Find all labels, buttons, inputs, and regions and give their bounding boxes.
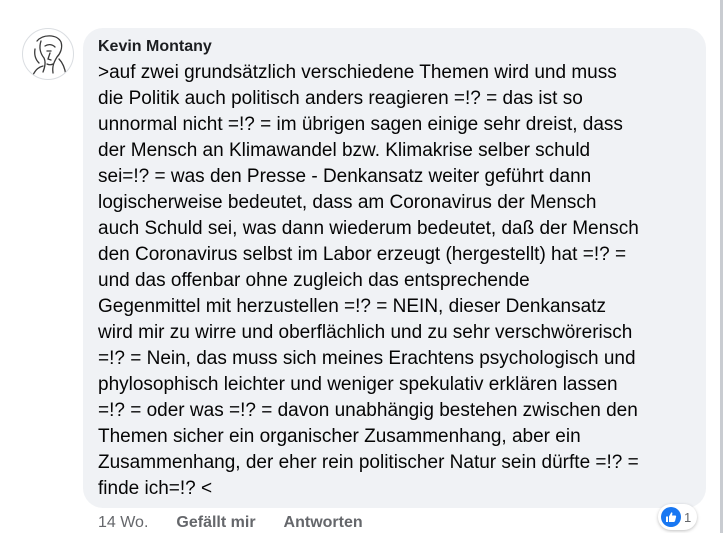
comment-bubble: Kevin Montany >auf zwei grundsätzlich ve…: [83, 28, 706, 508]
comment-timestamp[interactable]: 14 Wo.: [98, 513, 148, 533]
comment-text: >auf zwei grundsätzlich verschiedene The…: [98, 62, 639, 499]
reply-button[interactable]: Antworten: [284, 513, 363, 533]
reaction-count: 1: [684, 509, 692, 525]
sketch-portrait-icon: [32, 35, 67, 76]
reaction-summary[interactable]: 1: [658, 504, 698, 530]
like-button[interactable]: Gefällt mir: [176, 513, 255, 533]
like-thumb-icon: [661, 507, 681, 527]
comment-thread: Kevin Montany >auf zwei grundsätzlich ve…: [0, 0, 723, 533]
comment-actions: 14 Wo. Gefällt mir Antworten: [98, 513, 391, 533]
avatar[interactable]: [22, 28, 74, 80]
comment-author[interactable]: Kevin Montany: [98, 37, 692, 57]
